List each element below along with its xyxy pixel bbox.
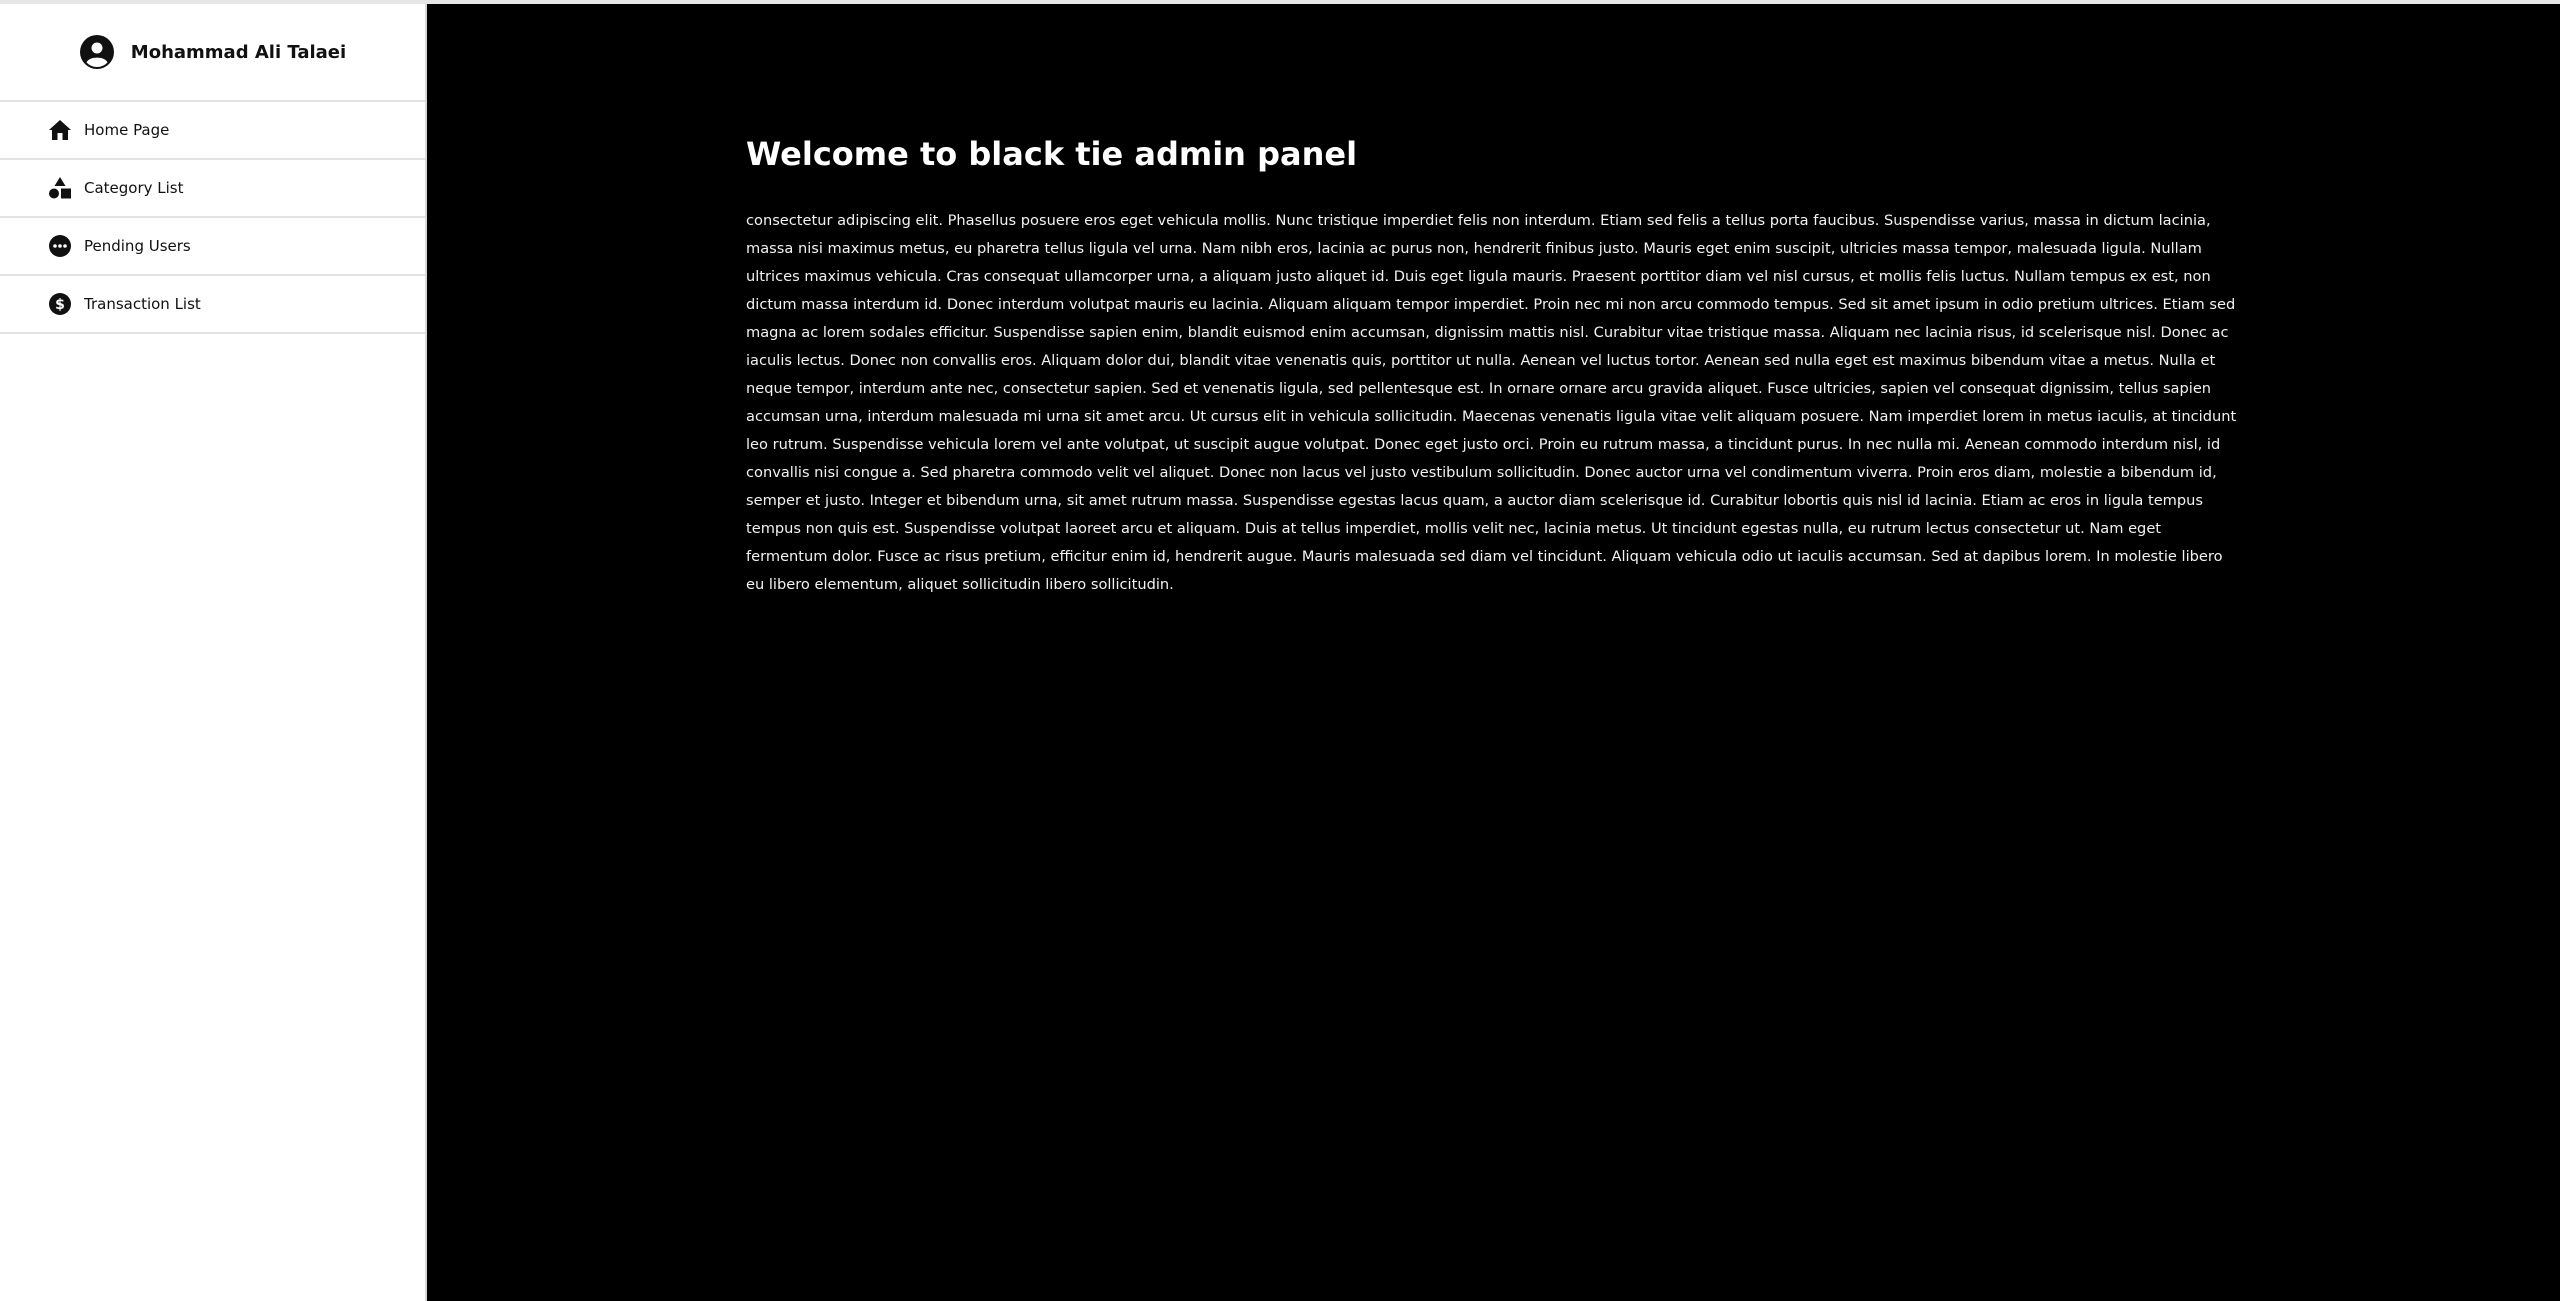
ellipsis-circle-icon — [48, 234, 72, 258]
user-profile[interactable]: Mohammad Ali Talaei — [0, 4, 425, 102]
page-title: Welcome to black tie admin panel — [746, 135, 1358, 173]
app-root: Mohammad Ali Talaei Home Page Category L… — [0, 0, 2560, 1301]
sidebar-item-pending-users[interactable]: Pending Users — [0, 218, 425, 276]
svg-text:$: $ — [55, 297, 65, 313]
main-content: Welcome to black tie admin panel consect… — [427, 4, 2560, 1301]
sidebar-item-category-list[interactable]: Category List — [0, 160, 425, 218]
sidebar-item-transaction-list[interactable]: $ Transaction List — [0, 276, 425, 334]
shapes-icon — [48, 176, 72, 200]
home-icon — [48, 118, 72, 142]
sidebar-item-label: Home Page — [84, 121, 170, 139]
sidebar-item-label: Transaction List — [84, 295, 201, 313]
profile-name: Mohammad Ali Talaei — [130, 41, 347, 63]
intro-paragraph: consectetur adipiscing elit. Phasellus p… — [746, 212, 2237, 593]
sidebar-item-label: Category List — [84, 179, 184, 197]
user-avatar-icon — [79, 34, 115, 70]
sidebar: Mohammad Ali Talaei Home Page Category L… — [0, 4, 427, 1301]
sidebar-item-label: Pending Users — [84, 237, 191, 255]
sidebar-item-home-page[interactable]: Home Page — [0, 102, 425, 160]
dollar-circle-icon: $ — [48, 292, 72, 316]
welcome-section: Welcome to black tie admin panel consect… — [746, 129, 2238, 599]
sidebar-nav: Home Page Category List Pending Users $ … — [0, 102, 425, 334]
